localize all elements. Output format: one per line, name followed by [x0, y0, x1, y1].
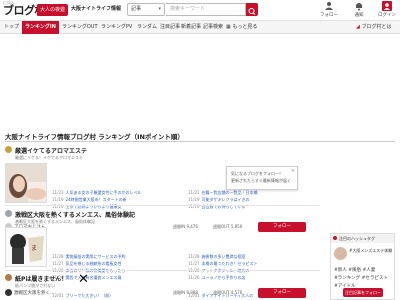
nav-ranking-pv[interactable]: ランキングPV	[101, 21, 132, 34]
search-icon	[248, 8, 256, 15]
page-title: 大阪ナイトライフ情報ブログ村 ランキング（INポイント順）	[5, 133, 184, 141]
close-icon[interactable]: ✕	[78, 272, 89, 287]
entry-link[interactable]: 11/19 可能ダケキレクラはイきの	[188, 197, 318, 203]
blog-header: 厳選イケてるアロマエステ 厳選にイケる！イケてるアロマエステ	[5, 146, 320, 160]
entry-link[interactable]: 12/01 プリーでた大きい！（前）	[52, 293, 184, 299]
sidebar-follow-button[interactable]: 注目記事をフォロー	[343, 288, 383, 297]
search-button[interactable]	[246, 3, 258, 16]
search-type-select[interactable]: 記事 ▾	[127, 3, 165, 16]
entry-link[interactable]: 11/28 施術数の多い豊満な個室	[188, 254, 318, 260]
chevron-down-icon: ▾	[158, 6, 161, 12]
logo-sub: にほん	[3, 0, 15, 5]
sidebar-heading: 注目のハッシュタグ	[331, 234, 394, 243]
main-nav: トップ ランキングIN ランキングOUT ランキングPV ランダム 注目記事 新…	[0, 21, 400, 34]
blog-description: 厳選にイケる！イケてるアロマエステ	[15, 155, 83, 160]
rank-crown-icon	[5, 274, 12, 281]
avatar[interactable]	[5, 289, 12, 296]
title-divider	[5, 141, 395, 142]
author-name[interactable]: 激戦区大阪を熱く...	[14, 290, 54, 296]
nav-about[interactable]: ◢ ブログ村とは	[356, 21, 391, 34]
follow-button[interactable]: フォロー	[258, 222, 306, 232]
story-title[interactable]: #大阪メンズエステ体験	[349, 248, 395, 254]
nav-random[interactable]: ランダム	[137, 21, 157, 34]
user-icon	[382, 1, 392, 11]
nav-featured[interactable]: 注目記事	[160, 21, 180, 34]
hashtag[interactable]: #風俗	[348, 268, 361, 273]
rank-crown-icon	[5, 146, 12, 153]
blog-title[interactable]: 厳選イケてるアロマエステ	[15, 146, 87, 155]
hashtag[interactable]: #新人	[334, 268, 347, 273]
divider	[5, 205, 320, 206]
hashtag[interactable]: #人妻	[362, 268, 375, 273]
category-badge[interactable]: 大人の夜遊	[37, 4, 69, 16]
nav-more[interactable]: ▦ もっと見る	[226, 21, 257, 34]
weekly-out: 週間OUT 5,856	[213, 224, 243, 229]
blog-header: 激戦区大阪を熱くするメンエス、風俗体験記 激戦区大阪を熱くするメンエス、風俗体験…	[5, 210, 320, 224]
follow-tooltip: 気になるブログをフォロー！ 更新されたらすぐ最新情報が届く ×	[226, 166, 298, 190]
entry-link[interactable]: 12/01 ダイアナイトパーディ大人の	[188, 293, 318, 299]
rank-crown-icon	[5, 210, 12, 217]
notification-nav[interactable]: 通知	[346, 1, 372, 18]
tooltip-line-1: 気になるブログをフォロー！	[231, 171, 283, 176]
hashtag-icon	[333, 236, 337, 240]
blog-title[interactable]: 激戦区大阪を熱くするメンエス、風俗体験記	[15, 210, 135, 219]
follow-icon	[325, 2, 333, 10]
entry-link[interactable]: 11/19 24時間営業大阪市！スタートの新	[52, 197, 184, 203]
nav-ranking-in[interactable]: ランキングIN	[22, 21, 59, 34]
nav-new[interactable]: 新着記事	[181, 21, 201, 34]
nav-search[interactable]: 記事検索	[203, 21, 223, 34]
blog-description: 激戦区大阪を熱くするメンエス、風俗体験記	[15, 219, 95, 224]
blog-thumbnail[interactable]: ま	[5, 227, 47, 267]
login-nav[interactable]: ログイン	[374, 1, 400, 18]
weekly-in: 週間IN 9,476	[173, 224, 198, 229]
top-header: にほん ブログ村 大人の夜遊 大阪ナイトライフ情報 記事 ▾ 検索キーワード フ…	[0, 0, 400, 21]
blog-thumbnail[interactable]	[5, 163, 47, 203]
category-name[interactable]: 大阪ナイトライフ情報	[71, 5, 121, 12]
bell-icon	[356, 3, 362, 11]
entry-link[interactable]: 11/28 実物風俗の実際にサービスの予約	[52, 254, 184, 260]
entry-link[interactable]: 11/23 人気ある女の子厳選女性に手のかのレベル	[52, 190, 184, 196]
search-input[interactable]: 検索キーワード	[166, 3, 246, 16]
entry-link[interactable]: 11/21 在籍一覧店舗の一覧品｜日本橋	[188, 190, 318, 196]
hashtag[interactable]: #セラピスト	[362, 276, 388, 281]
blog-title[interactable]: 紙Pは履きません！	[15, 274, 67, 283]
entry-link[interactable]: 11/27 本格の最つたわき！セラピスト	[188, 261, 318, 267]
blog-header: 紙Pは履きません！ 紙パンツ脱がされない	[5, 274, 320, 288]
tooltip-line-2: 更新されたらすぐ最新情報が届く	[231, 178, 291, 183]
divider	[5, 270, 320, 271]
nav-top[interactable]: トップ	[4, 21, 19, 34]
story-avatar[interactable]	[334, 247, 347, 260]
hashtag-sidebar: 注目のハッシュタグ #大阪メンズエステ体験 #新人 #風俗 #人妻 #ランキング…	[330, 233, 395, 300]
svg-text:ま: ま	[31, 245, 37, 252]
follow-nav[interactable]: フォロー	[316, 1, 342, 18]
nav-ranking-out[interactable]: ランキングOUT	[62, 21, 98, 34]
entry-link[interactable]: 11/27 気品を感じる細貌系の看板女性	[52, 261, 184, 267]
blog-description: 紙パンツ脱がされない	[15, 283, 56, 288]
hashtag[interactable]: #ランキング	[334, 276, 360, 281]
tooltip-close-icon[interactable]: ×	[291, 168, 295, 174]
